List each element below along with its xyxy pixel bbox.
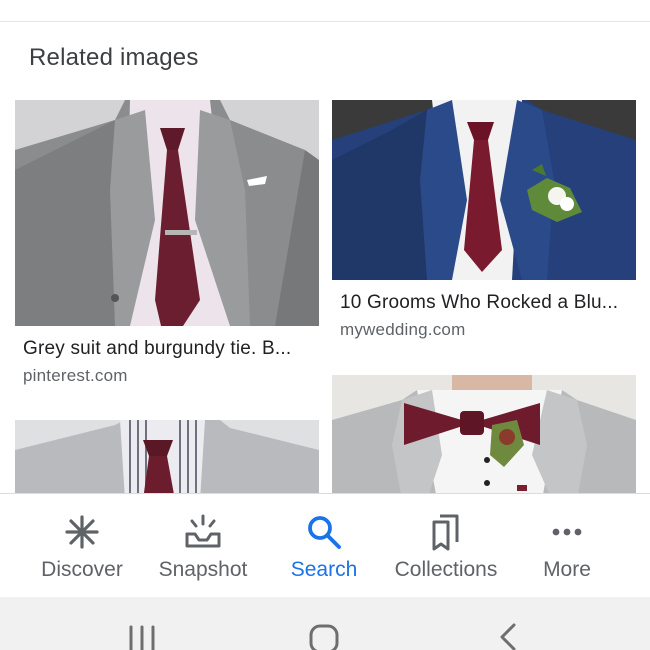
image-result-card[interactable]: Grey suit and burgundy tie. B... pintere…: [15, 100, 319, 400]
snapshot-icon: [185, 514, 221, 548]
result-thumbnail[interactable]: [15, 420, 319, 500]
collections-icon: [432, 514, 459, 551]
bottom-navigation: Discover Snapshot Search Collections Mor…: [0, 493, 650, 597]
nav-item-more[interactable]: More: [502, 494, 632, 598]
result-thumbnail[interactable]: [332, 375, 636, 500]
nav-item-search[interactable]: Search: [259, 494, 389, 598]
result-source[interactable]: mywedding.com: [340, 320, 465, 340]
image-result-card[interactable]: [15, 420, 319, 500]
search-icon: [308, 516, 341, 549]
nav-item-collections[interactable]: Collections: [381, 494, 511, 598]
nav-label-discover: Discover: [41, 558, 123, 581]
more-icon: [552, 528, 582, 536]
nav-item-snapshot[interactable]: Snapshot: [138, 494, 268, 598]
section-title: Related images: [29, 44, 199, 71]
nav-label-more: More: [543, 558, 591, 581]
result-thumbnail[interactable]: [332, 100, 636, 280]
image-result-card[interactable]: [332, 375, 636, 500]
screen: { "section": { "title": "Related images"…: [0, 0, 650, 650]
result-title[interactable]: 10 Grooms Who Rocked a Blu...: [340, 292, 618, 314]
nav-item-discover[interactable]: Discover: [17, 494, 147, 598]
result-source[interactable]: pinterest.com: [23, 366, 128, 386]
discover-icon: [65, 515, 99, 549]
system-navigation-bar: [0, 597, 650, 650]
nav-label-snapshot: Snapshot: [158, 558, 248, 581]
result-title[interactable]: Grey suit and burgundy tie. B...: [23, 338, 291, 360]
image-result-card[interactable]: 10 Grooms Who Rocked a Blu... mywedding.…: [332, 100, 636, 350]
back-icon[interactable]: [488, 621, 528, 650]
nav-label-collections: Collections: [394, 558, 498, 581]
result-thumbnail[interactable]: [15, 100, 319, 326]
home-icon[interactable]: [304, 621, 344, 650]
recent-apps-icon[interactable]: [122, 621, 162, 650]
previous-content-strip: [0, 0, 650, 22]
nav-label-search: Search: [290, 558, 358, 581]
